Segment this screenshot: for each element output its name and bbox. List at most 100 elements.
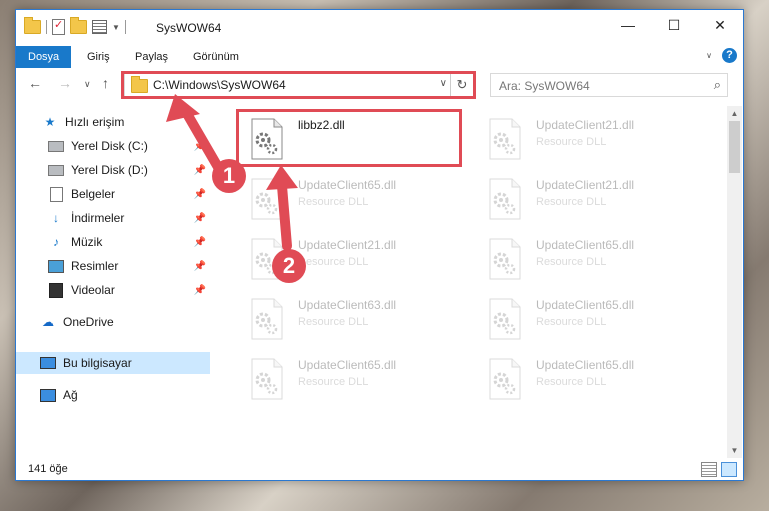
file-item[interactable]: UpdateClient63.dll Resource DLL [238,292,463,346]
toolbar-separator [124,20,126,34]
dll-gear-icon [250,298,284,340]
sidebar-item-label: Müzik [71,235,103,249]
file-name: UpdateClient65.dll [536,358,635,372]
file-item[interactable]: UpdateClient21.dll Resource DLL [238,232,463,286]
expand-ribbon-icon[interactable]: ∨ [706,51,712,60]
dll-gear-icon [250,118,284,160]
file-name: UpdateClient63.dll [298,298,397,312]
dll-gear-icon [488,178,522,220]
properties-icon[interactable] [52,18,65,35]
file-name: UpdateClient65.dll [298,178,397,192]
up-arrow-icon[interactable]: ↑ [102,75,109,91]
refresh-icon[interactable]: ↻ [450,74,473,96]
sidebar-item-onedrive[interactable]: ☁ OneDrive [40,311,114,333]
ribbon-right-controls: ∨ ? [706,48,737,63]
sidebar-item-pictures[interactable]: Resimler 📌 [48,255,210,277]
sidebar-item-documents[interactable]: Belgeler 📌 [48,183,210,205]
item-count: 141 öğe [28,463,68,475]
tab-file[interactable]: Dosya [16,46,72,68]
toolbar-separator [46,20,47,34]
sidebar-item-network[interactable]: Ağ [40,384,78,406]
back-arrow-icon[interactable]: ← [28,75,42,91]
file-item[interactable]: libbz2.dll [238,112,463,166]
search-input[interactable]: Ara: SysWOW64 [499,79,590,93]
cloud-icon: ☁ [42,315,54,329]
sidebar-item-local-disk-c[interactable]: Yerel Disk (C:) 📌 [48,135,210,157]
file-item[interactable]: UpdateClient21.dll Resource DLL [476,112,701,166]
navigation-bar: ← → ∨ ↑ C:\Windows\SysWOW64 ∨ ↻ Ara: Sys… [16,72,743,98]
network-icon [40,388,56,402]
navigation-pane: ★ Hızlı erişim Yerel Disk (C:) 📌 Yerel D… [16,106,212,458]
file-name: UpdateClient21.dll [536,178,635,192]
pin-icon[interactable]: 📌 [194,141,206,152]
sidebar-item-videos[interactable]: Videolar 📌 [48,279,210,301]
dll-gear-icon [488,298,522,340]
scrollbar-thumb[interactable] [729,121,740,173]
new-folder-icon[interactable] [70,17,87,34]
tab-home[interactable]: Giriş [75,46,122,68]
file-name: UpdateClient65.dll [536,238,635,252]
picture-icon [48,259,64,273]
file-type: Resource DLL [536,316,607,328]
scroll-down-arrow-icon[interactable]: ▼ [727,443,742,458]
dll-gear-icon [250,178,284,220]
pin-icon[interactable]: 📌 [194,261,206,272]
file-list: libbz2.dll UpdateClient21.dll Resource DLL… [224,106,729,458]
file-item[interactable]: UpdateClient21.dll Resource DLL [476,172,701,226]
address-dropdown-icon[interactable]: ∨ [440,78,447,89]
forward-arrow-icon[interactable]: → [58,75,72,91]
file-name: UpdateClient21.dll [536,118,635,132]
sidebar-item-local-disk-d[interactable]: Yerel Disk (D:) 📌 [48,159,210,181]
pin-icon[interactable]: 📌 [194,285,206,296]
sidebar-item-this-pc[interactable]: Bu bilgisayar [16,352,210,374]
file-type: Resource DLL [298,256,369,268]
star-icon: ★ [44,115,56,129]
download-arrow-icon: ↓ [53,211,59,225]
pin-icon[interactable]: 📌 [194,213,206,224]
tab-share[interactable]: Paylaş [123,46,180,68]
close-button[interactable]: ✕ [697,10,743,40]
folder-icon [131,76,148,93]
address-bar[interactable]: C:\Windows\SysWOW64 ∨ ↻ [124,73,474,97]
tab-view[interactable]: Görünüm [181,46,251,68]
sidebar-item-label: Yerel Disk (C:) [71,139,148,153]
minimize-button[interactable]: — [605,10,651,40]
dll-gear-icon [250,358,284,400]
file-item[interactable]: UpdateClient65.dll Resource DLL [238,352,463,406]
pin-icon[interactable]: 📌 [194,237,206,248]
scroll-up-arrow-icon[interactable]: ▲ [727,106,742,121]
file-item[interactable]: UpdateClient65.dll Resource DLL [476,292,701,346]
sidebar-item-label: Yerel Disk (D:) [71,163,148,177]
file-item[interactable]: UpdateClient65.dll Resource DLL [476,352,701,406]
ribbon-tabs: Dosya Giriş Paylaş Görünüm ∨ ? [16,46,743,68]
file-type: Resource DLL [298,316,369,328]
file-item[interactable]: UpdateClient65.dll Resource DLL [476,232,701,286]
drive-icon [48,164,64,176]
pin-icon[interactable]: 📌 [194,165,206,176]
sidebar-item-quick-access[interactable]: ★ Hızlı erişim [42,111,125,133]
view-icon[interactable] [92,20,107,34]
file-item[interactable]: UpdateClient65.dll Resource DLL [238,172,463,226]
search-box[interactable]: Ara: SysWOW64 ⌕ [490,73,728,97]
file-name: UpdateClient21.dll [298,238,397,252]
dll-gear-icon [250,238,284,280]
film-icon [49,282,63,298]
sidebar-item-label: Ağ [63,388,78,402]
help-icon[interactable]: ? [722,48,737,63]
search-icon[interactable]: ⌕ [714,77,721,93]
recent-locations-icon[interactable]: ∨ [84,79,91,90]
maximize-button[interactable]: ☐ [651,10,697,40]
explorer-window: ▼ SysWOW64 — ☐ ✕ Dosya Giriş Paylaş Görü… [15,9,744,481]
address-path[interactable]: C:\Windows\SysWOW64 [153,78,286,92]
file-type: Resource DLL [536,256,607,268]
vertical-scrollbar[interactable]: ▲ ▼ [727,106,742,458]
sidebar-item-label: Resimler [71,259,119,273]
pin-icon[interactable]: 📌 [194,189,206,200]
dll-gear-icon [488,238,522,280]
sidebar-item-label: Bu bilgisayar [63,356,132,370]
tiles-view-icon[interactable] [721,462,737,477]
sidebar-item-music[interactable]: ♪ Müzik 📌 [48,231,210,253]
sidebar-item-downloads[interactable]: ↓ İndirmeler 📌 [48,207,210,229]
details-view-icon[interactable] [701,462,717,477]
customize-toolbar-icon[interactable]: ▼ [112,23,120,32]
